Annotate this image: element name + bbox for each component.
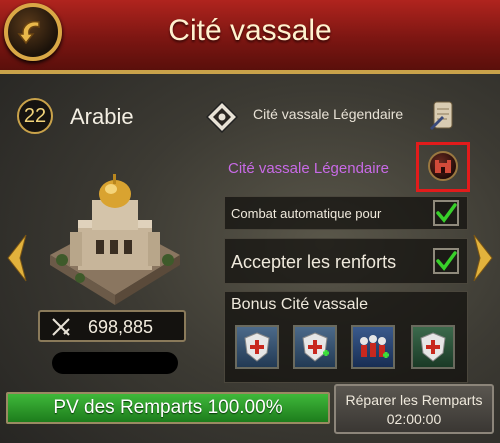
troops-graphic — [360, 335, 389, 358]
shield-graphic — [244, 332, 270, 362]
crossed-swords-icon — [52, 318, 70, 336]
accept-reinforcements-checkbox[interactable] — [433, 248, 459, 274]
shield-heal-icon[interactable] — [411, 325, 455, 369]
wall-hp-bar: PV des Remparts 100.00% — [6, 392, 330, 424]
accept-reinforcements-row: Accepter les renforts — [224, 238, 468, 284]
header-bar: Cité vassale — [0, 0, 500, 74]
next-city-arrow-icon[interactable] — [472, 233, 494, 283]
region-name: Arabie — [70, 104, 134, 129]
auto-combat-row: Combat automatique pour — [224, 196, 468, 230]
city-level-badge: 22 — [17, 98, 53, 134]
legendary-city-button[interactable] — [416, 142, 470, 192]
shield-plus-icon[interactable] — [293, 325, 337, 369]
legendary-status-label: Cité vassale Légendaire — [228, 160, 389, 177]
wall-hp-label: PV des Remparts 100.00% — [53, 397, 283, 418]
emblem-diamond-icon — [206, 101, 238, 133]
shield-heal-icon[interactable] — [235, 325, 279, 369]
power-display: 698,885 — [38, 310, 186, 342]
page-title: Cité vassale — [168, 14, 332, 47]
shield-graphic — [302, 332, 329, 362]
vassal-city-screen: Cité vassale 22 Arabie 698,885 Cité vass… — [0, 0, 500, 443]
previous-city-arrow-icon[interactable] — [6, 233, 28, 283]
scroll-quill-icon[interactable] — [428, 98, 458, 132]
checkmark-icon — [436, 251, 457, 271]
redacted-bar — [52, 352, 178, 374]
city-title-row: Cité vassale Légendaire — [206, 98, 476, 134]
repair-walls-label: Réparer les Remparts — [345, 392, 483, 408]
auto-combat-checkbox[interactable] — [433, 200, 459, 226]
repair-walls-time: 02:00:00 — [386, 411, 442, 427]
castle-icon — [435, 160, 451, 173]
troops-icon[interactable] — [351, 325, 395, 369]
power-value: 698,885 — [88, 317, 154, 337]
city-title-label: Cité vassale Légendaire — [253, 106, 404, 122]
repair-walls-button[interactable]: Réparer les Remparts 02:00:00 — [334, 384, 494, 434]
auto-combat-label: Combat automatique pour — [231, 206, 382, 221]
checkmark-icon — [436, 203, 457, 223]
fortress-image — [50, 174, 180, 305]
legendary-emblem — [428, 151, 458, 181]
bonus-title: Bonus Cité vassale — [231, 296, 368, 313]
shield-graphic — [420, 332, 446, 362]
vassal-bonus-panel: Bonus Cité vassale — [224, 291, 468, 383]
accept-reinforcements-label: Accepter les renforts — [231, 252, 397, 272]
